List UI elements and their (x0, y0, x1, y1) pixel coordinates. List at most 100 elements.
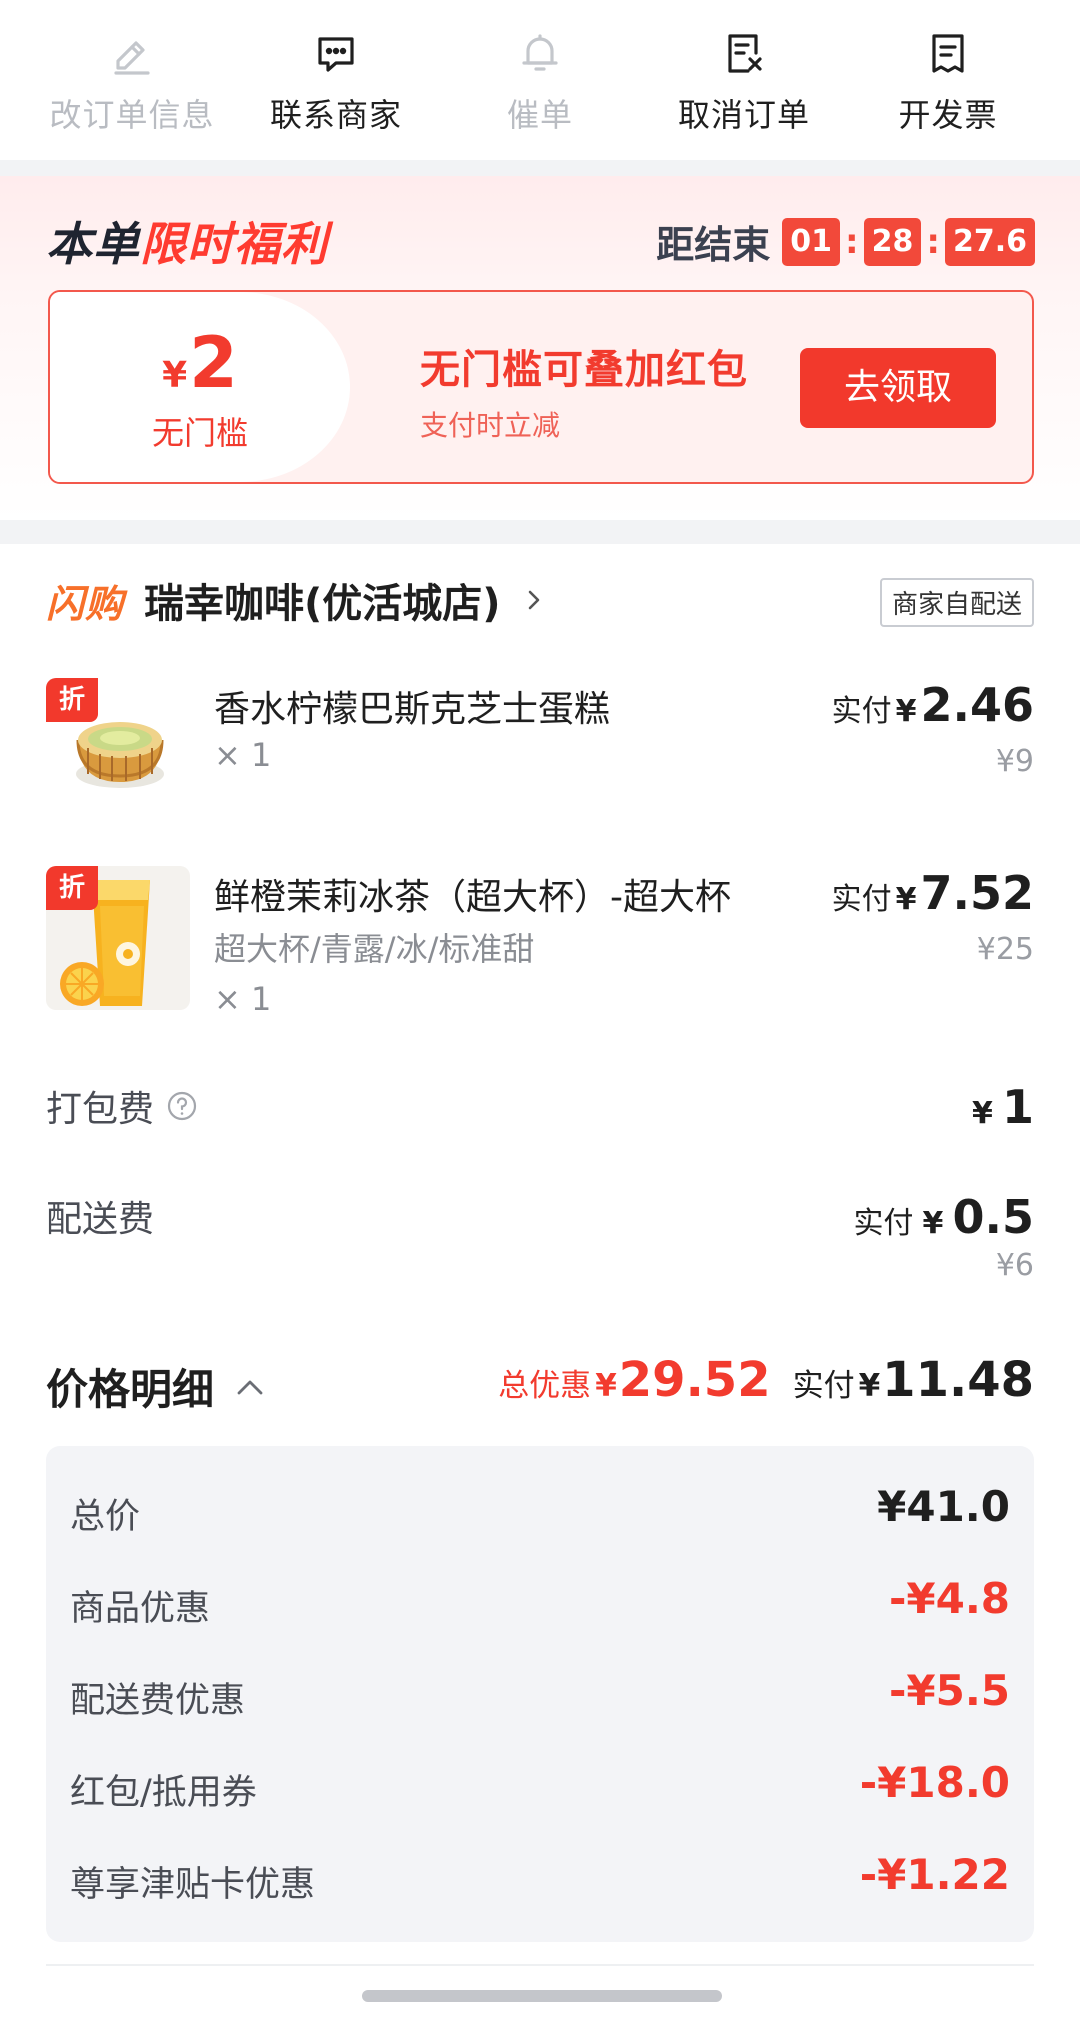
paid-amount: 实付 ¥ 7.52 (832, 866, 1034, 920)
product-quantity: × 1 (214, 980, 272, 1018)
price-row-value: -¥5.5 (888, 1666, 1010, 1715)
packing-fee-amount: ¥ 1 (972, 1080, 1034, 1134)
edit-order-info-button[interactable]: 改订单信息 (30, 0, 234, 160)
total-discount-currency: ¥ (595, 1368, 617, 1404)
edit-order-info-label: 改订单信息 (49, 96, 215, 134)
discount-badge: 折 (46, 866, 98, 910)
section-divider (0, 520, 1080, 544)
paid-label: 实付 (853, 1206, 914, 1241)
coupon-name: 无门槛可叠加红包 (420, 347, 748, 393)
price-detail-title-group: 价格明细 (46, 1356, 264, 1417)
chevron-up-icon (237, 1380, 263, 1394)
price-row-value: -¥1.22 (859, 1850, 1010, 1899)
countdown-timer: 距结束 01 : 28 : 27.6 (656, 214, 1035, 269)
invoice-icon (923, 28, 973, 78)
price-row-value: -¥18.0 (859, 1758, 1010, 1807)
chat-icon (311, 28, 361, 78)
price-row-label: 红包/抵用券 (70, 1773, 257, 1813)
issue-invoice-button[interactable]: 开发票 (846, 0, 1050, 160)
contact-merchant-label: 联系商家 (269, 96, 402, 134)
packing-fee-currency: ¥ (972, 1096, 993, 1131)
product-name: 鲜橙茉莉冰茶（超大杯）-超大杯 (214, 877, 731, 918)
price-row-total: 总价 ¥41.0 (70, 1478, 1010, 1538)
packing-fee-value: 1 (1001, 1080, 1034, 1134)
price-row-label: 尊享津贴卡优惠 (70, 1865, 316, 1905)
price-summary: 总优惠 ¥ 29.52 实付 ¥ 11.48 (498, 1352, 1034, 1408)
order-item[interactable]: 折 鲜橙茉莉冰茶（超大杯）-超大杯 超大杯/青露/冰/标准甜 × 1 实付 ¥ … (46, 866, 1034, 1018)
coupon-value: 2 (189, 322, 238, 404)
price-row-value: ¥41.0 (877, 1482, 1010, 1531)
paid-amount: 实付 ¥ 2.46 (832, 678, 1034, 732)
delivery-fee-value: 0.5 (952, 1190, 1035, 1244)
countdown-hours: 01 (782, 217, 840, 266)
packing-fee-label: 打包费 (46, 1089, 155, 1130)
paid-currency: ¥ (895, 694, 917, 729)
cancel-order-label: 取消订单 (677, 96, 810, 134)
coupon-amount: ¥2 (50, 322, 350, 404)
product-name: 香水柠檬巴斯克芝士蛋糕 (214, 689, 611, 730)
promo-title-prefix: 本单 (46, 217, 140, 271)
product-spec: 超大杯/青露/冰/标准甜 (214, 930, 535, 968)
order-action-bar: 改订单信息 联系商家 催单 取消订单 开发票 (0, 0, 1080, 160)
price-row-allowance-card: 尊享津贴卡优惠 -¥1.22 (70, 1846, 1010, 1906)
countdown-seconds: 27.6 (944, 217, 1035, 266)
shop-header[interactable]: 闪购 瑞幸咖啡(优活城店) 商家自配送 (46, 578, 1034, 627)
promo-title: 本单限时福利 (46, 208, 328, 274)
price-row-red-packet: 红包/抵用券 -¥18.0 (70, 1754, 1010, 1814)
coupon-condition: 无门槛 (151, 414, 248, 452)
coupon-subtitle: 支付时立减 (420, 409, 561, 442)
delivery-fee-original: ¥6 (995, 1248, 1034, 1283)
order-item[interactable]: 折 香水柠檬巴斯克芝士蛋糕 × 1 实付 ¥ 2.46 ¥9 (46, 678, 1034, 822)
cancel-order-icon (719, 28, 769, 78)
price-row-product-discount: 商品优惠 -¥4.8 (70, 1570, 1010, 1630)
countdown-colon: : (845, 221, 859, 262)
original-price: ¥9 (995, 744, 1034, 779)
coupon-currency: ¥ (162, 355, 188, 396)
price-row-label: 总价 (70, 1497, 141, 1537)
paid-label: 实付 (831, 882, 892, 917)
total-paid-value: 11.48 (882, 1352, 1034, 1408)
price-row-value: -¥4.8 (888, 1574, 1010, 1623)
urge-order-button[interactable]: 催单 (438, 0, 642, 160)
claim-coupon-button[interactable]: 去领取 (800, 348, 996, 428)
product-image-cheesecake: 折 (46, 678, 190, 822)
red-packet-coupon: ¥2 无门槛 无门槛可叠加红包 支付时立减 去领取 (48, 290, 1034, 484)
paid-value: 2.46 (920, 678, 1035, 732)
edit-icon (107, 28, 157, 78)
bell-icon (515, 28, 565, 78)
original-price: ¥25 (976, 932, 1034, 967)
contact-merchant-button[interactable]: 联系商家 (234, 0, 438, 160)
price-detail-title: 价格明细 (46, 1365, 215, 1414)
urge-order-label: 催单 (506, 96, 573, 134)
promo-title-highlight: 限时福利 (140, 217, 328, 271)
countdown-minutes: 28 (863, 217, 922, 266)
total-paid-label: 实付 (792, 1368, 855, 1404)
countdown-label: 距结束 (656, 223, 771, 267)
issue-invoice-label: 开发票 (898, 96, 998, 134)
packing-fee-row: 打包费 ¥ 1 (46, 1080, 1034, 1140)
product-quantity: × 1 (214, 736, 272, 774)
chevron-right-icon (528, 590, 539, 610)
delivery-type-badge: 商家自配送 (879, 578, 1034, 627)
delivery-fee-row: 配送费 实付 ¥ 0.5 ¥6 (46, 1190, 1034, 1290)
divider (46, 1964, 1034, 1966)
paid-value: 7.52 (920, 866, 1035, 920)
paid-currency: ¥ (895, 882, 917, 917)
home-indicator[interactable] (362, 1990, 722, 2002)
section-divider (0, 160, 1080, 176)
total-discount-label: 总优惠 (498, 1368, 592, 1404)
help-icon[interactable] (166, 1090, 198, 1122)
price-detail-header[interactable]: 价格明细 总优惠 ¥ 29.52 实付 ¥ 11.48 (46, 1352, 1034, 1414)
product-image-orange-tea: 折 (46, 866, 190, 1010)
total-paid-currency: ¥ (858, 1368, 881, 1404)
paid-label: 实付 (831, 694, 892, 729)
paid-currency: ¥ (922, 1206, 944, 1241)
price-row-delivery-discount: 配送费优惠 -¥5.5 (70, 1662, 1010, 1722)
price-row-label: 商品优惠 (70, 1589, 211, 1629)
price-row-label: 配送费优惠 (70, 1681, 246, 1721)
discount-badge: 折 (46, 678, 98, 722)
shop-name: 瑞幸咖啡(优活城店) (144, 581, 501, 627)
cancel-order-button[interactable]: 取消订单 (642, 0, 846, 160)
price-detail-list: 总价 ¥41.0 商品优惠 -¥4.8 配送费优惠 -¥5.5 红包/抵用券 -… (46, 1446, 1034, 1942)
delivery-fee-label: 配送费 (46, 1199, 155, 1240)
